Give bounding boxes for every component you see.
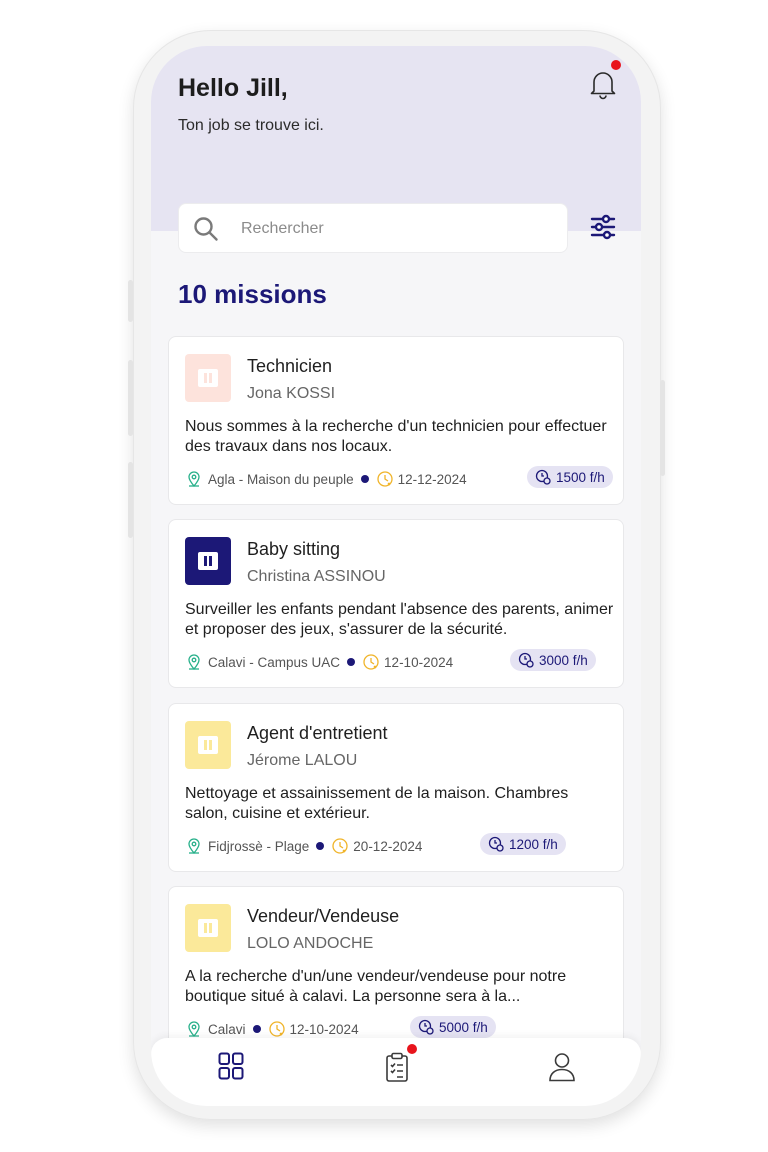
mission-location: Agla - Maison du peuple	[208, 471, 354, 487]
mission-meta: Fidjrossè - Plage 20-12-2024	[185, 835, 422, 857]
mission-title: Agent d'entretient	[247, 723, 388, 743]
money-clock-icon	[418, 1019, 434, 1035]
grid-icon[interactable]	[218, 1052, 244, 1080]
mission-meta: Calavi - Campus UAC 12-10-2024	[185, 651, 453, 673]
mission-date: 12-10-2024	[289, 1021, 359, 1037]
mission-company: LOLO ANDOCHE	[247, 935, 374, 952]
rate-badge: 3000 f/h	[510, 649, 596, 671]
mission-date: 12-12-2024	[397, 471, 467, 487]
money-clock-icon	[535, 469, 551, 485]
location-pin-icon	[188, 838, 200, 855]
greeting-subtitle: Ton job se trouve ici.	[178, 117, 324, 134]
logo-mark-icon	[198, 919, 218, 937]
calendar-clock-icon	[268, 1021, 285, 1037]
location-pin-icon	[188, 654, 200, 671]
mission-meta: Calavi 12-10-2024	[185, 1018, 359, 1040]
company-logo	[185, 721, 231, 769]
mission-title: Technicien	[247, 356, 333, 376]
mission-title: Vendeur/Vendeuse	[247, 906, 400, 926]
clipboard-icon[interactable]	[385, 1052, 409, 1082]
logo-mark-icon	[198, 736, 218, 754]
calendar-clock-icon	[332, 838, 348, 854]
sliders-icon[interactable]	[590, 214, 616, 240]
mission-card[interactable]: Technicien Jona KOSSI Nous sommes à la r…	[168, 336, 624, 505]
rate-value: 1200 f/h	[509, 836, 558, 852]
separator-dot	[360, 475, 369, 483]
mission-description: Surveiller les enfants pendant l'absence…	[185, 601, 614, 638]
rate-badge: 1500 f/h	[527, 466, 613, 488]
money-clock-icon	[488, 836, 504, 852]
mission-title: Baby sitting	[247, 539, 341, 559]
separator-dot	[316, 842, 325, 850]
mission-location: Calavi	[208, 1021, 246, 1037]
rate-badge: 5000 f/h	[410, 1016, 496, 1038]
search-input[interactable]	[239, 204, 553, 254]
mission-date: 12-10-2024	[384, 654, 454, 670]
separator-dot	[252, 1025, 261, 1033]
calendar-clock-icon	[376, 471, 393, 487]
mission-card[interactable]: Baby sitting Christina ASSINOU Surveille…	[168, 519, 624, 688]
mission-location: Fidjrossè - Plage	[208, 838, 310, 854]
search-bar	[178, 203, 568, 254]
rate-value: 1500 f/h	[556, 469, 605, 485]
mission-card[interactable]: Agent d'entretient Jérome LALOU Nettoyag…	[168, 703, 624, 872]
mission-description: Nous sommes à la recherche d'un technici…	[185, 418, 607, 455]
phone-side-button	[128, 280, 133, 322]
mission-date: 20-12-2024	[353, 838, 423, 854]
money-clock-icon	[518, 652, 534, 668]
mission-company: Christina ASSINOU	[247, 568, 386, 585]
rate-value: 3000 f/h	[539, 652, 588, 668]
phone-side-button	[128, 360, 133, 436]
rate-badge: 1200 f/h	[480, 833, 566, 855]
bottom-navigation	[151, 1038, 641, 1106]
missions-count: 10 missions	[178, 279, 327, 309]
mission-meta: Agla - Maison du peuple 12-12-2024	[185, 468, 467, 490]
mission-card[interactable]: Vendeur/Vendeuse LOLO ANDOCHE A la reche…	[168, 886, 624, 1055]
phone-side-button	[128, 462, 133, 538]
location-pin-icon	[188, 1021, 200, 1038]
company-logo	[185, 537, 231, 585]
mission-description: Nettoyage et assainissement de la maison…	[185, 785, 569, 822]
rate-value: 5000 f/h	[439, 1019, 488, 1035]
search-icon	[194, 217, 218, 241]
greeting-title: Hello Jill,	[178, 74, 288, 102]
logo-mark-icon	[198, 552, 218, 570]
phone-side-button	[660, 380, 665, 476]
bell-icon[interactable]	[589, 68, 617, 100]
mission-description: A la recherche d'un/une vendeur/vendeuse…	[185, 968, 567, 1005]
separator-dot	[347, 658, 356, 666]
app-screen: Hello Jill, Ton job se trouve ici. 10 mi…	[151, 46, 641, 1106]
mission-company: Jona KOSSI	[247, 385, 336, 402]
calendar-clock-icon	[363, 654, 379, 670]
location-pin-icon	[188, 471, 200, 488]
mission-location: Calavi - Campus UAC	[208, 654, 341, 670]
company-logo	[185, 904, 231, 952]
mission-company: Jérome LALOU	[247, 752, 358, 769]
user-icon[interactable]	[548, 1052, 576, 1082]
company-logo	[185, 354, 231, 402]
notification-dot	[407, 1044, 417, 1054]
logo-mark-icon	[198, 369, 218, 387]
notification-dot	[611, 60, 621, 70]
